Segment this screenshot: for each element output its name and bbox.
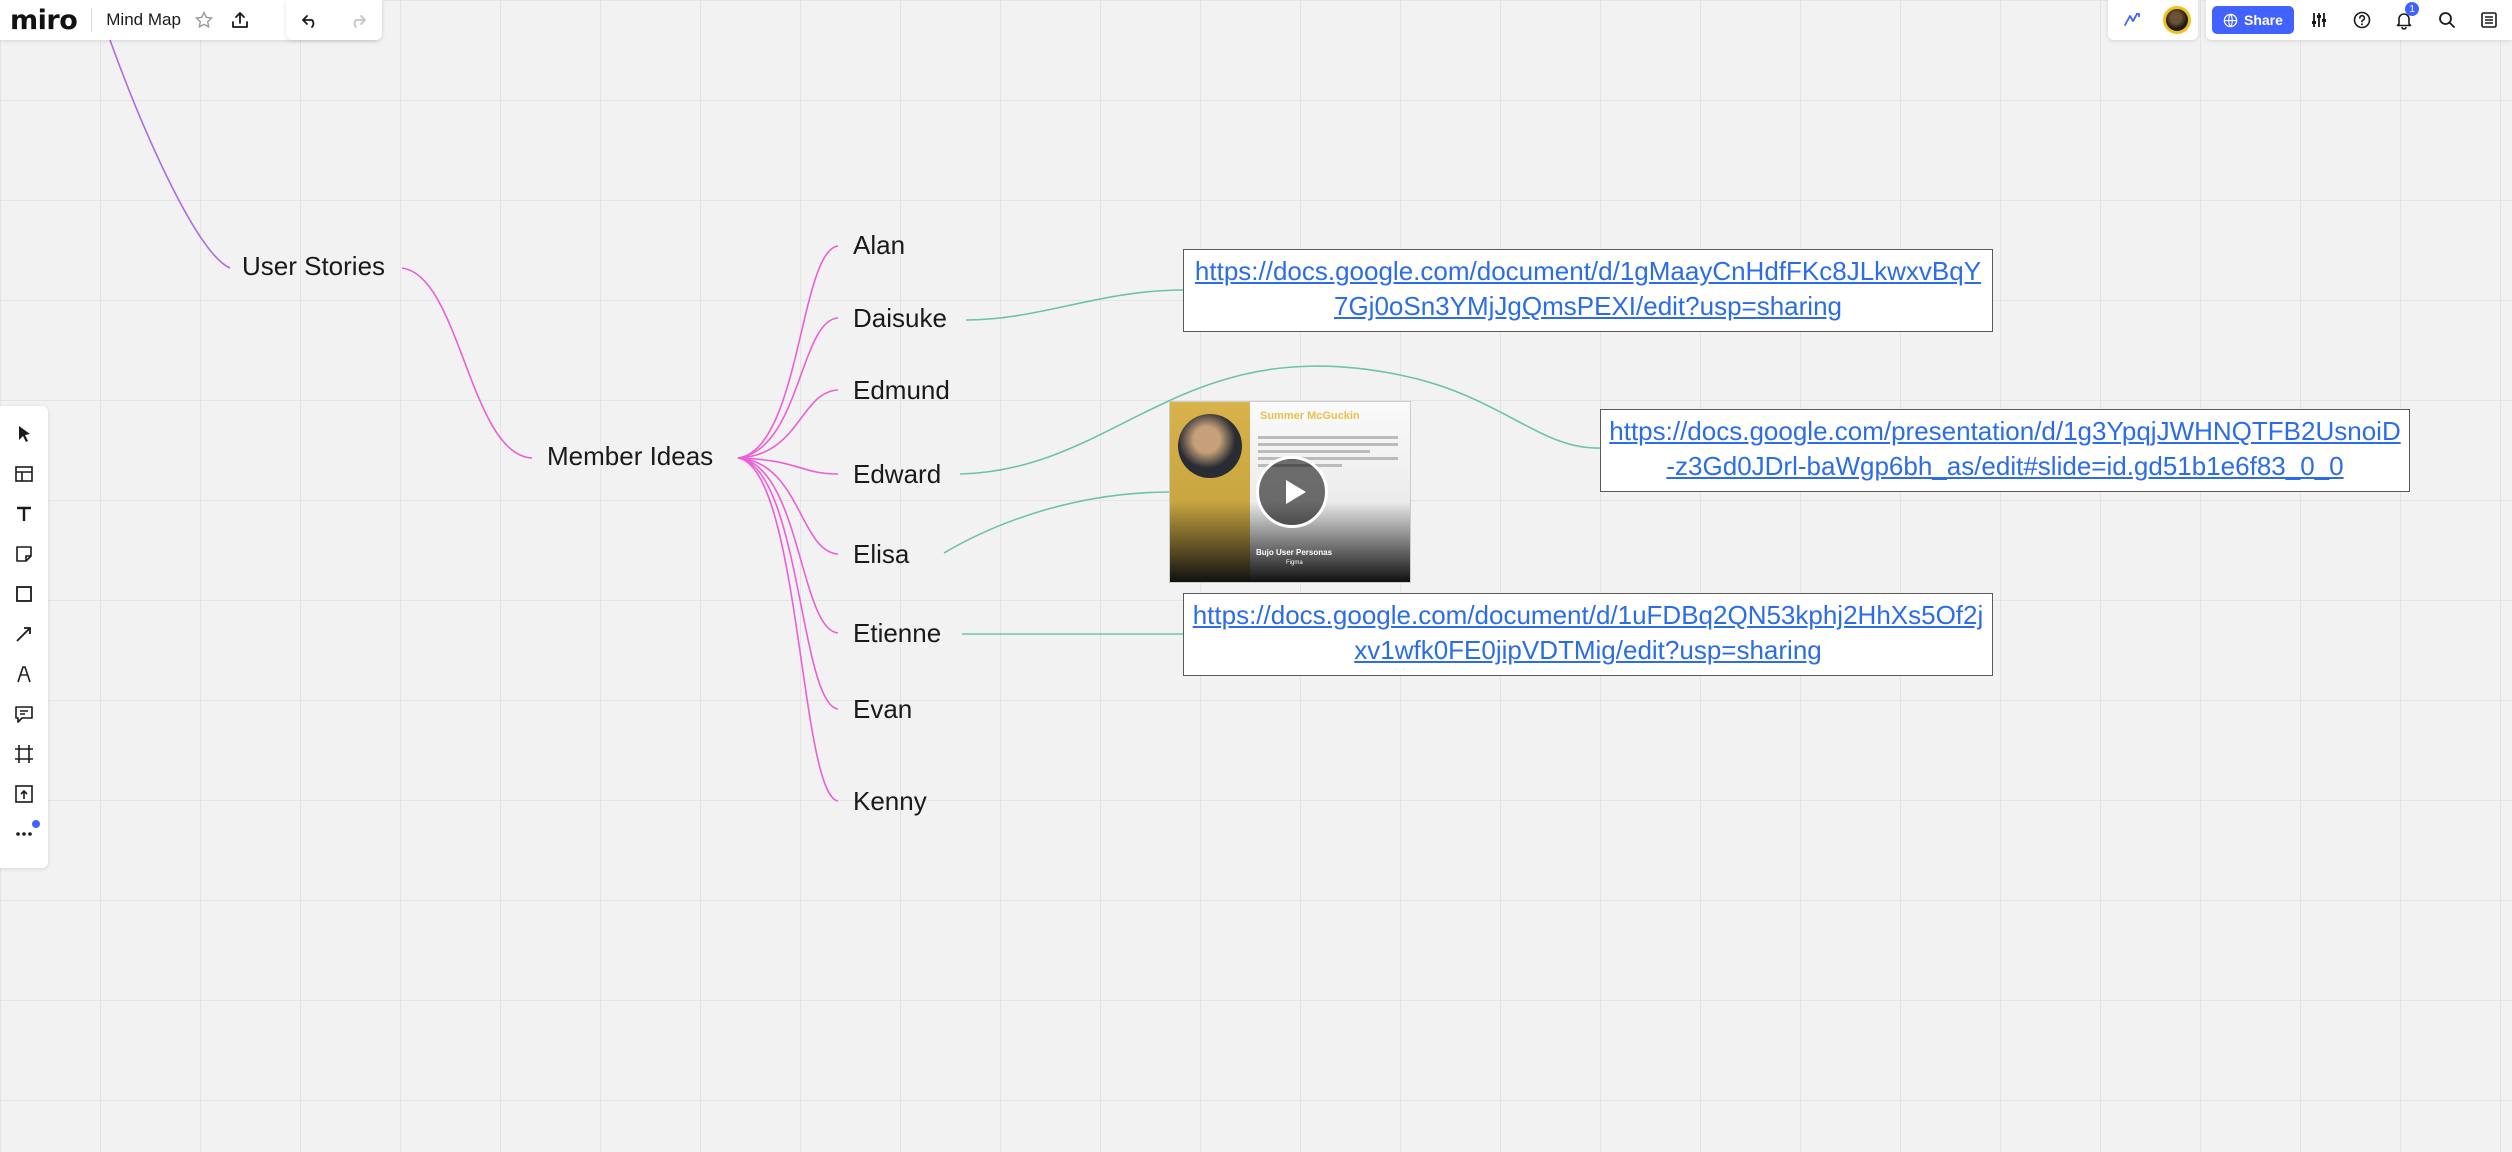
help-icon[interactable]: [2345, 3, 2379, 37]
select-cursor-icon[interactable]: [4, 414, 44, 454]
persona-name: Summer McGuckin: [1260, 410, 1360, 422]
node-daisuke[interactable]: Daisuke: [853, 303, 947, 334]
templates-icon[interactable]: [4, 454, 44, 494]
share-button[interactable]: Share: [2212, 6, 2294, 34]
text-icon[interactable]: [4, 494, 44, 534]
connector-edmund: [737, 389, 839, 459]
sticky-note-icon[interactable]: [4, 534, 44, 574]
divider: [91, 8, 93, 32]
globe-icon: [2223, 13, 2238, 27]
top-right-panel: Share 1: [2206, 0, 2512, 40]
board-title[interactable]: Mind Map: [106, 10, 181, 30]
notifications-icon[interactable]: 1: [2387, 2, 2421, 37]
node-elisa[interactable]: Elisa: [853, 539, 909, 570]
connector-evan: [737, 457, 839, 710]
connector-elisa-video: [943, 491, 1171, 554]
embed-title: Bujo User Personas: [1256, 548, 1333, 557]
connector-daisuke: [737, 317, 839, 459]
connector-root-user-stories: [109, 39, 231, 269]
notification-badge: 1: [2405, 2, 2420, 16]
node-alan[interactable]: Alan: [853, 230, 905, 261]
left-toolbar: [0, 406, 48, 868]
node-edmund[interactable]: Edmund: [853, 375, 950, 406]
frame-icon[interactable]: [4, 734, 44, 774]
comment-icon[interactable]: [4, 694, 44, 734]
connector-alan: [737, 245, 839, 459]
link-card-edward-slides[interactable]: https://docs.google.com/presentation/d/1…: [1600, 409, 2410, 492]
play-icon[interactable]: [1256, 456, 1328, 528]
collaborators-panel: [2108, 0, 2198, 40]
persona-photo: [1178, 414, 1242, 478]
node-edward[interactable]: Edward: [853, 459, 941, 490]
node-etienne[interactable]: Etienne: [853, 618, 941, 649]
undo-redo-panel: [286, 0, 382, 40]
search-icon[interactable]: [2430, 3, 2464, 37]
video-embed-card[interactable]: Summer McGuckin Bujo User Personas Figma: [1170, 402, 1410, 582]
node-member-ideas[interactable]: Member Ideas: [547, 441, 713, 472]
embed-source: Figma: [1286, 560, 1303, 566]
redo-icon[interactable]: [341, 3, 375, 37]
settings-sliders-icon[interactable]: [2302, 3, 2336, 37]
link-card-daisuke-doc[interactable]: https://docs.google.com/document/d/1gMaa…: [1183, 249, 1993, 332]
upload-icon[interactable]: [4, 774, 44, 814]
miro-logo[interactable]: miro: [10, 5, 78, 36]
new-feature-dot: [32, 820, 40, 828]
more-icon[interactable]: [4, 814, 44, 854]
connector-kenny: [737, 457, 839, 802]
pen-icon[interactable]: [4, 654, 44, 694]
connection-line-icon[interactable]: [4, 614, 44, 654]
export-icon[interactable]: [223, 3, 257, 37]
shape-icon[interactable]: [4, 574, 44, 614]
node-user-stories[interactable]: User Stories: [242, 251, 385, 282]
node-kenny[interactable]: Kenny: [853, 786, 927, 817]
star-icon[interactable]: [187, 3, 221, 37]
node-evan[interactable]: Evan: [853, 694, 912, 725]
user-avatar[interactable]: [2163, 6, 2191, 34]
undo-icon[interactable]: [293, 3, 327, 37]
link-card-etienne-doc[interactable]: https://docs.google.com/document/d/1uFDB…: [1183, 593, 1993, 676]
reactions-icon[interactable]: [2115, 3, 2149, 37]
board-menu-icon[interactable]: [2472, 3, 2506, 37]
connector-user-stories-member-ideas: [401, 267, 533, 459]
share-label: Share: [2244, 12, 2283, 28]
connector-daisuke-link: [965, 289, 1184, 321]
